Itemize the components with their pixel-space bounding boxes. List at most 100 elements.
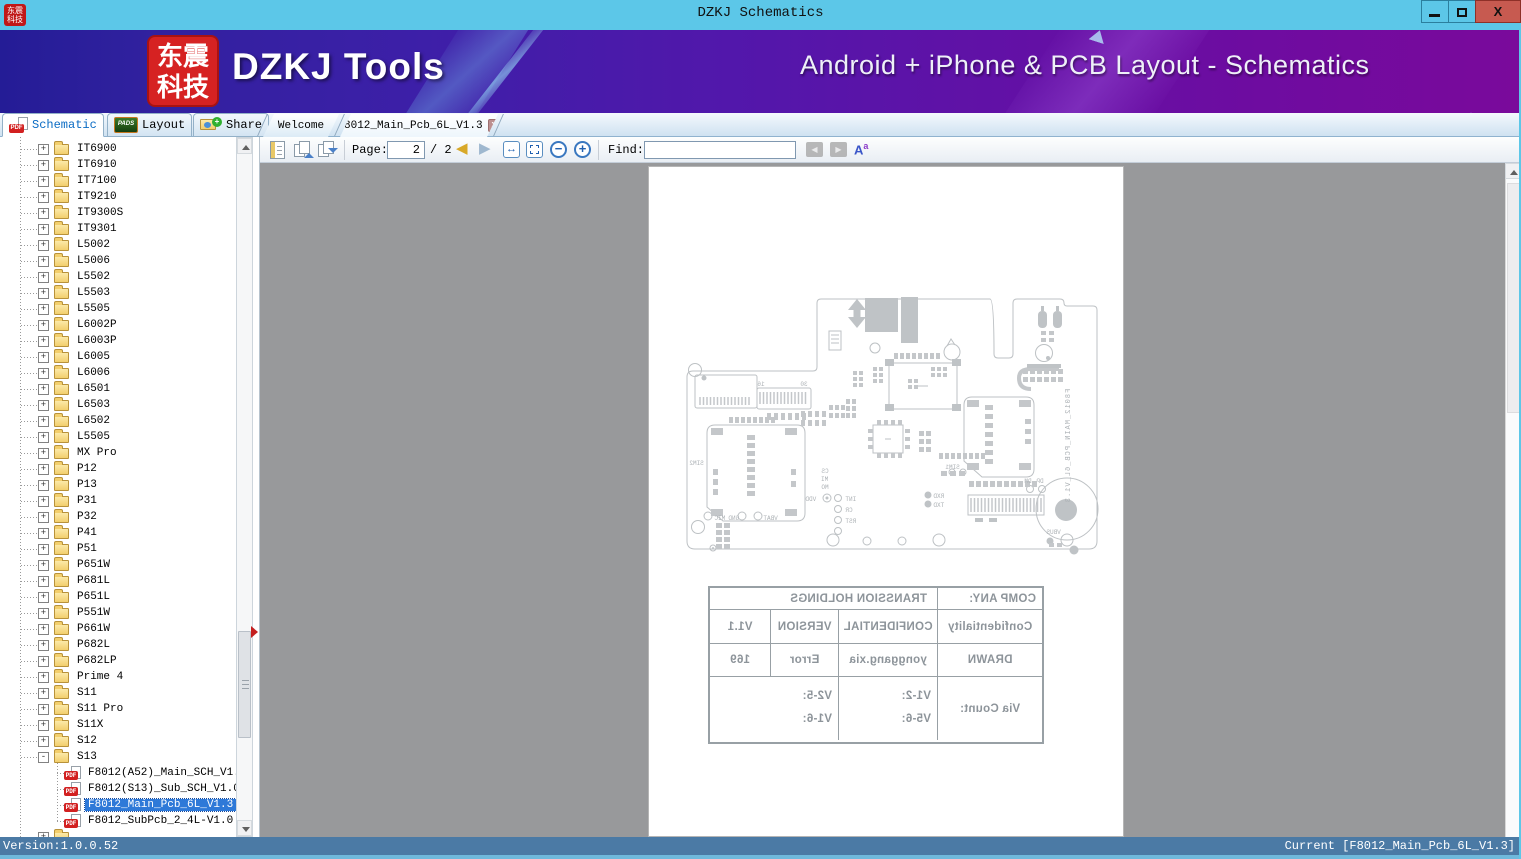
tree-folder-row[interactable]: + L5002 bbox=[0, 237, 236, 253]
tree-scrollbar-thumb[interactable] bbox=[238, 631, 251, 738]
tree-folder-row[interactable]: + L5505 bbox=[0, 429, 236, 445]
expand-box-icon[interactable]: + bbox=[38, 495, 49, 507]
maximize-button[interactable] bbox=[1448, 0, 1476, 23]
expand-box-icon[interactable]: + bbox=[38, 271, 49, 283]
page-forward-icon[interactable] bbox=[318, 141, 338, 159]
expand-box-icon[interactable]: + bbox=[38, 207, 49, 219]
expand-box-icon[interactable]: + bbox=[38, 655, 49, 667]
next-page-arrow-icon[interactable]: ▶ bbox=[479, 140, 491, 158]
tree-file-row[interactable]: PDF F8012_SubPcb_2_4L-V1.0 bbox=[0, 813, 236, 829]
fit-width-icon[interactable]: ↔ bbox=[503, 141, 520, 158]
expand-box-icon[interactable]: + bbox=[38, 447, 49, 459]
notes-icon[interactable] bbox=[270, 141, 285, 159]
tree-scrollbar[interactable] bbox=[236, 137, 253, 837]
expand-box-icon[interactable]: + bbox=[38, 703, 49, 715]
tree-folder-row[interactable]: + L6501 bbox=[0, 381, 236, 397]
expand-box-icon[interactable]: + bbox=[38, 575, 49, 587]
page-number-input[interactable] bbox=[387, 141, 425, 159]
tree-folder-row[interactable]: + L6503 bbox=[0, 397, 236, 413]
tree-folder-row[interactable]: + S11 bbox=[0, 685, 236, 701]
expand-box-icon[interactable]: + bbox=[38, 335, 49, 347]
tree-folder-row[interactable]: + IT9301 bbox=[0, 221, 236, 237]
tree-folder-row[interactable]: + P651W bbox=[0, 557, 236, 573]
tree-folder-row[interactable]: + P681L bbox=[0, 573, 236, 589]
tree-file-row[interactable]: PDF F8012_Main_Pcb_6L_V1.3 bbox=[0, 797, 236, 813]
pdf-canvas[interactable]: SIM2 16 30 CS MI MO VDD INT CR RST MIC G… bbox=[260, 163, 1505, 837]
expand-box-icon[interactable]: + bbox=[38, 607, 49, 619]
expand-box-icon[interactable]: + bbox=[38, 639, 49, 651]
expand-box-icon[interactable]: + bbox=[38, 143, 49, 155]
expand-box-icon[interactable]: + bbox=[38, 223, 49, 235]
tree-folder-row[interactable]: + IT7100 bbox=[0, 173, 236, 189]
tab-schematic[interactable]: PDF Schematic bbox=[2, 113, 104, 137]
tree-folder-row[interactable]: + P51 bbox=[0, 541, 236, 557]
zoom-out-icon[interactable]: − bbox=[550, 141, 567, 158]
tree-file-row[interactable]: PDF F8012(S13)_Sub_SCH_V1.0 bbox=[0, 781, 236, 797]
tree-folder-row[interactable]: + Prime 4 bbox=[0, 669, 236, 685]
expand-box-icon[interactable]: + bbox=[38, 479, 49, 491]
minimize-button[interactable] bbox=[1421, 0, 1449, 23]
tree-folder-row[interactable]: + P41 bbox=[0, 525, 236, 541]
tree-file-row[interactable]: PDF F8012(A52)_Main_SCH_V1.2 bbox=[0, 765, 236, 781]
expand-box-icon[interactable]: + bbox=[38, 383, 49, 395]
expand-box-icon[interactable]: + bbox=[38, 719, 49, 731]
tree-folder-row[interactable]: + L5503 bbox=[0, 285, 236, 301]
tree-folder-row[interactable]: + IT6910 bbox=[0, 157, 236, 173]
expand-box-icon[interactable]: + bbox=[38, 623, 49, 635]
tree-folder-row[interactable]: + P682L bbox=[0, 637, 236, 653]
expand-box-icon[interactable]: + bbox=[38, 159, 49, 171]
expand-box-icon[interactable]: + bbox=[38, 415, 49, 427]
tree-folder-row[interactable]: + P682LP bbox=[0, 653, 236, 669]
expand-box-icon[interactable]: + bbox=[38, 431, 49, 443]
tree-folder-row[interactable]: + S11X bbox=[0, 717, 236, 733]
tree-folder-row[interactable]: + L6003P bbox=[0, 333, 236, 349]
tree-folder-row[interactable]: + L5505 bbox=[0, 301, 236, 317]
tree-folder-row[interactable]: + L6006 bbox=[0, 365, 236, 381]
scroll-down-icon[interactable] bbox=[237, 820, 252, 836]
fit-page-icon[interactable] bbox=[526, 141, 543, 158]
tree-folder-row[interactable]: + bbox=[0, 829, 236, 837]
font-size-icon[interactable]: Aa bbox=[854, 141, 868, 157]
doc-tab-welcome[interactable]: Welcome bbox=[263, 114, 339, 137]
expand-box-icon[interactable]: + bbox=[38, 287, 49, 299]
expand-box-icon[interactable]: + bbox=[38, 175, 49, 187]
prev-page-arrow-icon[interactable]: ◀ bbox=[456, 140, 468, 158]
expand-box-icon[interactable]: + bbox=[38, 463, 49, 475]
expand-box-icon[interactable]: + bbox=[38, 687, 49, 699]
expand-box-icon[interactable]: + bbox=[38, 399, 49, 411]
expand-box-icon[interactable]: + bbox=[38, 351, 49, 363]
tree-folder-row[interactable]: + P551W bbox=[0, 605, 236, 621]
tab-layout[interactable]: PADS Layout bbox=[107, 113, 193, 137]
zoom-in-icon[interactable]: + bbox=[574, 141, 591, 158]
expand-box-icon[interactable]: + bbox=[38, 559, 49, 571]
tree-folder-row[interactable]: + S11 Pro bbox=[0, 701, 236, 717]
expand-box-icon[interactable]: + bbox=[38, 735, 49, 747]
tree-folder-row[interactable]: + L6002P bbox=[0, 317, 236, 333]
tree-folder-row[interactable]: + L6502 bbox=[0, 413, 236, 429]
doc-tab-document[interactable]: F8012_Main_Pcb_6L_V1.3 x bbox=[340, 114, 498, 137]
find-previous-icon[interactable]: ◀ bbox=[806, 142, 823, 157]
tree-folder-row[interactable]: + P31 bbox=[0, 493, 236, 509]
expand-box-icon[interactable]: + bbox=[38, 303, 49, 315]
expand-box-icon[interactable]: + bbox=[38, 191, 49, 203]
tree-folder-row[interactable]: + P32 bbox=[0, 509, 236, 525]
find-next-icon[interactable]: ▶ bbox=[830, 142, 847, 157]
tree-folder-row[interactable]: + IT9300S bbox=[0, 205, 236, 221]
page-scroll-up-icon[interactable] bbox=[1505, 163, 1520, 179]
scroll-up-icon[interactable] bbox=[237, 138, 252, 154]
expand-box-icon[interactable]: + bbox=[38, 255, 49, 267]
tree-folder-row[interactable]: + IT9210 bbox=[0, 189, 236, 205]
tree-folder-row[interactable]: + S12 bbox=[0, 733, 236, 749]
tree-folder-row[interactable]: + P661W bbox=[0, 621, 236, 637]
expand-box-icon[interactable]: + bbox=[38, 367, 49, 379]
tree-folder-row[interactable]: + P651L bbox=[0, 589, 236, 605]
tree-folder-row[interactable]: + IT6900 bbox=[0, 141, 236, 157]
find-input[interactable] bbox=[644, 141, 796, 159]
tree-folder-row[interactable]: + MX Pro bbox=[0, 445, 236, 461]
close-button[interactable]: X bbox=[1475, 0, 1521, 23]
tree-folder-row[interactable]: + P13 bbox=[0, 477, 236, 493]
expand-box-icon[interactable]: + bbox=[38, 543, 49, 555]
tree-folder-row[interactable]: + L5006 bbox=[0, 253, 236, 269]
expand-box-icon[interactable]: + bbox=[38, 671, 49, 683]
expand-box-icon[interactable]: + bbox=[38, 239, 49, 251]
